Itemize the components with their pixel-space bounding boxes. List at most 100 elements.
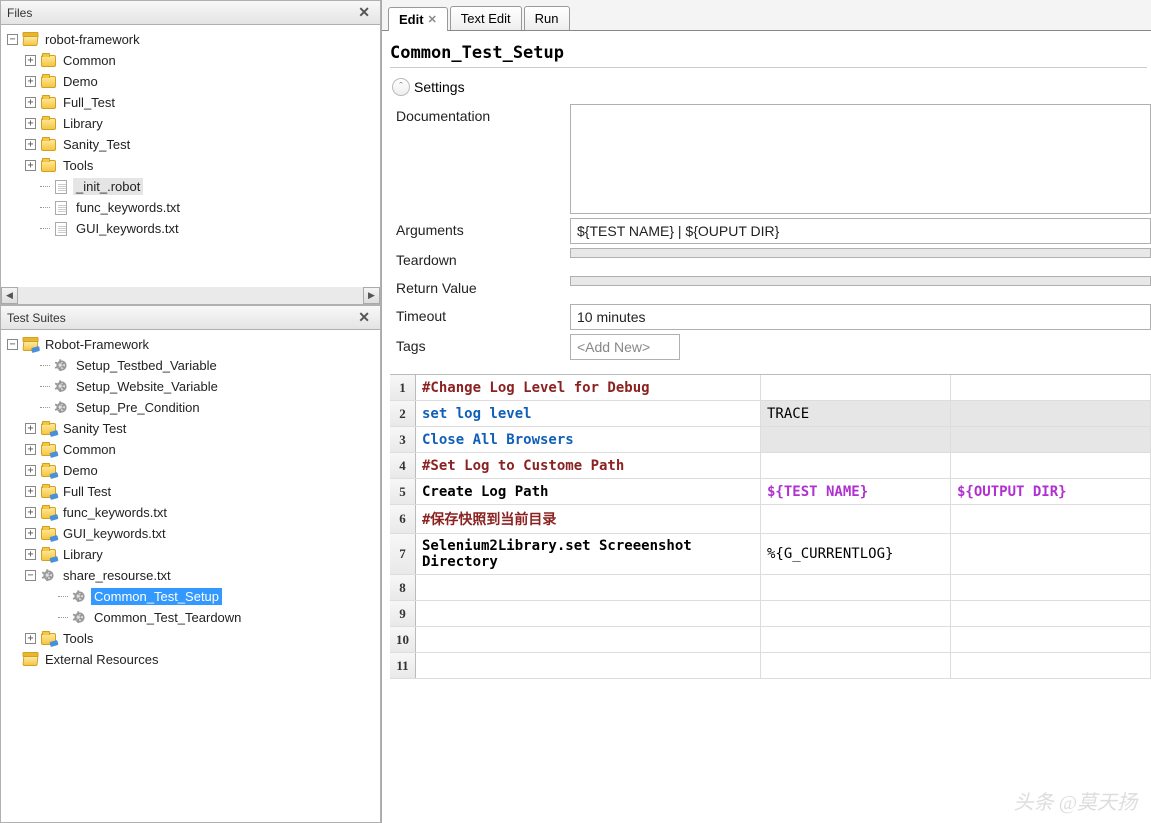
grid-cell[interactable]: #Set Log to Custome Path: [416, 453, 761, 478]
tree-node[interactable]: + func_keywords.txt: [21, 502, 378, 523]
grid-cell[interactable]: [761, 627, 951, 652]
grid-row[interactable]: 6 #保存快照到当前目录: [390, 505, 1151, 534]
grid-row[interactable]: 10: [390, 627, 1151, 653]
expand-icon[interactable]: +: [25, 444, 36, 455]
tree-node[interactable]: + Common: [21, 439, 378, 460]
grid-cell[interactable]: [951, 653, 1151, 678]
collapse-icon[interactable]: −: [7, 339, 18, 350]
grid-cell[interactable]: [951, 575, 1151, 600]
grid-row[interactable]: 3 Close All Browsers: [390, 427, 1151, 453]
tab-edit[interactable]: Edit ✕: [388, 7, 448, 31]
expand-icon[interactable]: +: [25, 633, 36, 644]
grid-cell[interactable]: set log level: [416, 401, 761, 426]
suites-tree[interactable]: − Robot-Framework Setup_Testbed_Variable…: [0, 330, 381, 823]
expand-icon[interactable]: +: [25, 423, 36, 434]
expand-icon[interactable]: +: [25, 528, 36, 539]
expand-icon[interactable]: +: [25, 486, 36, 497]
tree-node[interactable]: + Tools: [21, 628, 378, 649]
tree-node[interactable]: + Tools: [21, 155, 378, 176]
files-tree[interactable]: − robot-framework + Common + Demo + Full…: [0, 25, 381, 305]
close-icon[interactable]: ✕: [428, 13, 437, 26]
tree-node[interactable]: Setup_Testbed_Variable: [21, 355, 378, 376]
arguments-input[interactable]: ${TEST NAME} | ${OUPUT DIR}: [570, 218, 1151, 244]
grid-cell[interactable]: [416, 627, 761, 652]
grid-cell[interactable]: [761, 427, 951, 452]
tree-node[interactable]: + Library: [21, 113, 378, 134]
expand-icon[interactable]: +: [25, 507, 36, 518]
grid-row[interactable]: 11: [390, 653, 1151, 679]
tree-node[interactable]: Setup_Pre_Condition: [21, 397, 378, 418]
tree-node[interactable]: Common_Test_Setup: [39, 586, 378, 607]
tree-node[interactable]: + Full_Test: [21, 92, 378, 113]
close-icon[interactable]: ✕: [354, 4, 374, 21]
tree-node[interactable]: Setup_Website_Variable: [21, 376, 378, 397]
grid-cell[interactable]: [951, 505, 1151, 533]
grid-cell[interactable]: [951, 401, 1151, 426]
grid-cell[interactable]: [951, 453, 1151, 478]
tab-run[interactable]: Run: [524, 6, 570, 30]
grid-cell[interactable]: %{G_CURRENTLOG}: [761, 534, 951, 574]
grid-cell[interactable]: [761, 575, 951, 600]
horizontal-scrollbar[interactable]: ◀ ▶: [1, 287, 380, 304]
return-input[interactable]: [570, 276, 1151, 286]
tree-node[interactable]: Common_Test_Teardown: [39, 607, 378, 628]
grid-row[interactable]: 4 #Set Log to Custome Path: [390, 453, 1151, 479]
settings-toggle[interactable]: ˆ Settings: [392, 78, 1151, 96]
tags-add-new[interactable]: <Add New>: [570, 334, 680, 360]
expand-icon[interactable]: +: [25, 139, 36, 150]
grid-cell[interactable]: #Change Log Level for Debug: [416, 375, 761, 400]
tree-node[interactable]: + Demo: [21, 460, 378, 481]
grid-cell[interactable]: [951, 534, 1151, 574]
tab-text-edit[interactable]: Text Edit: [450, 6, 522, 30]
grid-cell[interactable]: [951, 627, 1151, 652]
grid-cell[interactable]: [951, 601, 1151, 626]
tree-node-root[interactable]: − Robot-Framework: [3, 334, 378, 355]
tree-node[interactable]: func_keywords.txt: [21, 197, 378, 218]
grid-cell[interactable]: [416, 575, 761, 600]
collapse-icon[interactable]: −: [7, 34, 18, 45]
grid-row[interactable]: 1 #Change Log Level for Debug: [390, 375, 1151, 401]
grid-row[interactable]: 2 set log level TRACE: [390, 401, 1151, 427]
tree-node[interactable]: + Sanity Test: [21, 418, 378, 439]
grid-cell[interactable]: Create Log Path: [416, 479, 761, 504]
grid-cell[interactable]: [761, 375, 951, 400]
scroll-left-icon[interactable]: ◀: [1, 287, 18, 304]
expand-icon[interactable]: +: [25, 549, 36, 560]
grid-cell[interactable]: [416, 601, 761, 626]
expand-icon[interactable]: +: [25, 97, 36, 108]
tree-node[interactable]: + Library: [21, 544, 378, 565]
expand-icon[interactable]: +: [25, 118, 36, 129]
tree-node[interactable]: − share_resourse.txt: [21, 565, 378, 586]
expand-icon[interactable]: +: [25, 76, 36, 87]
grid-cell[interactable]: [416, 653, 761, 678]
grid-cell[interactable]: ${TEST NAME}: [761, 479, 951, 504]
grid-cell[interactable]: [761, 453, 951, 478]
documentation-input[interactable]: [570, 104, 1151, 214]
tree-node[interactable]: + Sanity_Test: [21, 134, 378, 155]
grid-cell[interactable]: [761, 653, 951, 678]
grid-cell[interactable]: [951, 427, 1151, 452]
grid-row[interactable]: 9: [390, 601, 1151, 627]
scroll-right-icon[interactable]: ▶: [363, 287, 380, 304]
grid-cell[interactable]: ${OUTPUT DIR}: [951, 479, 1151, 504]
grid-row[interactable]: 8: [390, 575, 1151, 601]
expand-icon[interactable]: +: [25, 55, 36, 66]
expand-icon[interactable]: +: [25, 465, 36, 476]
grid-cell[interactable]: [761, 601, 951, 626]
grid-row[interactable]: 7 Selenium2Library.set Screeenshot Direc…: [390, 534, 1151, 575]
tree-node[interactable]: _init_.robot: [21, 176, 378, 197]
grid-cell[interactable]: TRACE: [761, 401, 951, 426]
tree-node[interactable]: + Full Test: [21, 481, 378, 502]
grid-row[interactable]: 5 Create Log Path ${TEST NAME} ${OUTPUT …: [390, 479, 1151, 505]
grid-cell[interactable]: Close All Browsers: [416, 427, 761, 452]
grid-cell[interactable]: #保存快照到当前目录: [416, 505, 761, 533]
grid-cell[interactable]: Selenium2Library.set Screeenshot Directo…: [416, 534, 761, 574]
tree-node[interactable]: + GUI_keywords.txt: [21, 523, 378, 544]
close-icon[interactable]: ✕: [354, 309, 374, 326]
grid-cell[interactable]: [761, 505, 951, 533]
tree-node[interactable]: GUI_keywords.txt: [21, 218, 378, 239]
collapse-icon[interactable]: −: [25, 570, 36, 581]
tree-node[interactable]: External Resources: [3, 649, 378, 670]
tree-node[interactable]: + Common: [21, 50, 378, 71]
keyword-grid[interactable]: 1 #Change Log Level for Debug 2 set log …: [390, 374, 1151, 679]
